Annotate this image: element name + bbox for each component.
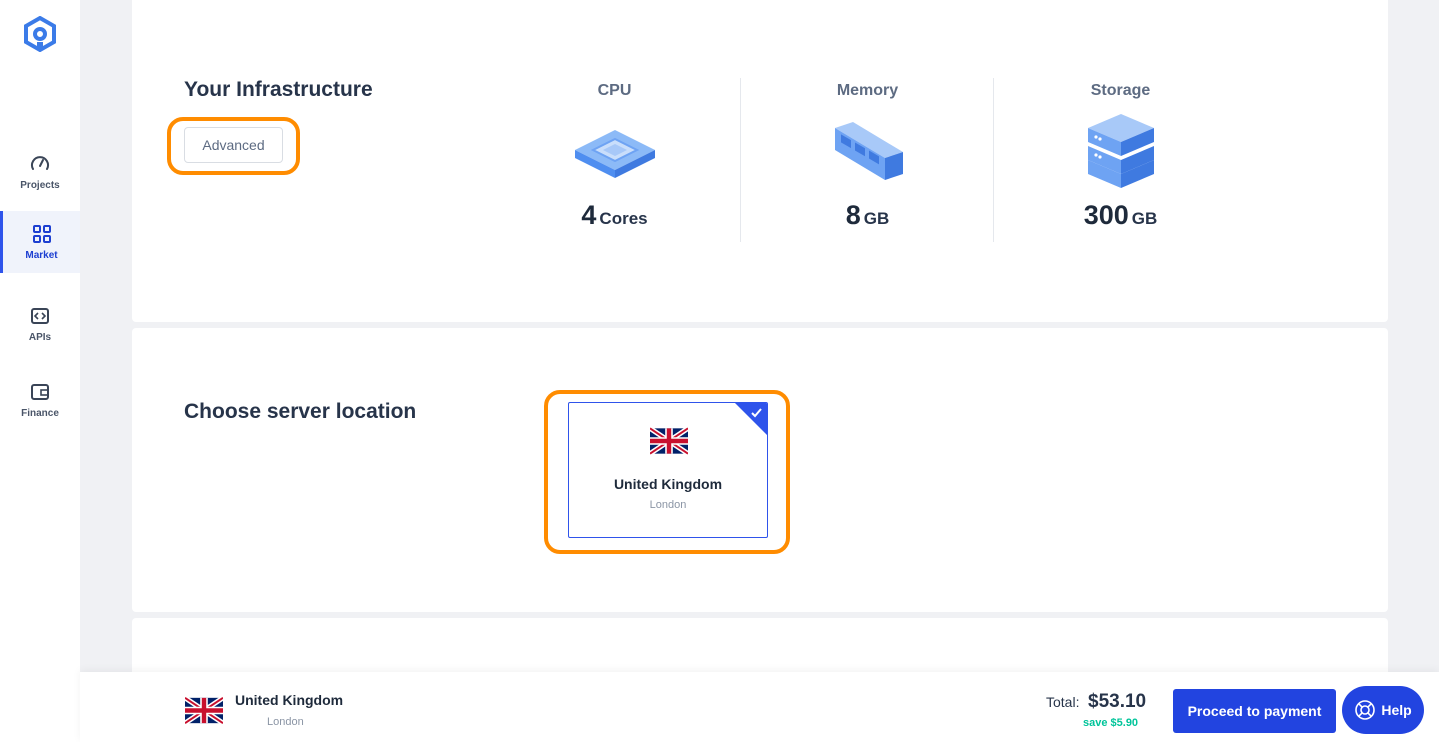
total-value: $53.10 [1088,691,1147,712]
storage-icon [1087,114,1154,188]
gauge-icon [31,155,49,170]
sidebar-item-projects[interactable]: Projects [0,141,80,203]
storage-spec-title: Storage [1090,82,1151,99]
cpu-icon [574,130,655,178]
lifebuoy-icon [1355,700,1376,720]
summary-city: London [267,716,304,728]
server-location-title: Choose server location [184,400,417,423]
cpu-spec: CPU 4 Cores [488,78,741,242]
code-icon [31,307,49,324]
summary-country: United Kingdom [235,692,344,708]
total-label: Total: [1046,694,1080,710]
sidebar-item-apis[interactable]: APIs [0,293,80,355]
sidebar-item-finance[interactable]: Finance [0,369,80,431]
proceed-to-payment-button[interactable]: Proceed to payment [1173,689,1336,733]
selected-check-icon [735,403,767,435]
app-logo-icon[interactable] [23,16,57,52]
memory-spec: Memory 8 GB [741,78,994,242]
uk-flag-icon [650,427,688,455]
sidebar-item-label: Finance [21,407,59,419]
location-city: London [649,499,687,511]
sidebar: Projects Market APIs Finance [0,0,80,742]
cpu-value: 4 [581,200,597,230]
sidebar-item-label: Projects [20,179,60,191]
memory-spec-title: Memory [836,82,899,99]
grid-icon [32,224,51,243]
infrastructure-title: Your Infrastructure [184,78,373,101]
wallet-icon [31,383,49,400]
sidebar-item-market[interactable]: Market [0,211,80,273]
help-button[interactable]: Help [1342,686,1424,734]
location-country: United Kingdom [613,476,723,492]
cpu-unit: Cores [599,209,648,228]
advanced-button[interactable]: Advanced [184,127,283,163]
next-section-card [132,618,1388,678]
help-label: Help [1381,702,1412,718]
savings-text: save $5.90 [1083,717,1139,729]
sidebar-item-label: Market [25,249,58,261]
order-summary-bar: United Kingdom London Total: $53.10 save… [80,672,1439,742]
uk-flag-icon [185,696,223,725]
memory-icon [834,122,903,180]
cpu-spec-title: CPU [597,82,632,99]
sidebar-item-label: APIs [28,331,52,343]
memory-unit: GB [863,209,890,228]
location-option-united-kingdom[interactable]: United Kingdom London [568,402,768,538]
storage-spec: Storage 300 GB [994,78,1247,242]
storage-unit: GB [1131,209,1158,228]
storage-value: 300 [1083,200,1129,230]
memory-value: 8 [845,200,861,230]
